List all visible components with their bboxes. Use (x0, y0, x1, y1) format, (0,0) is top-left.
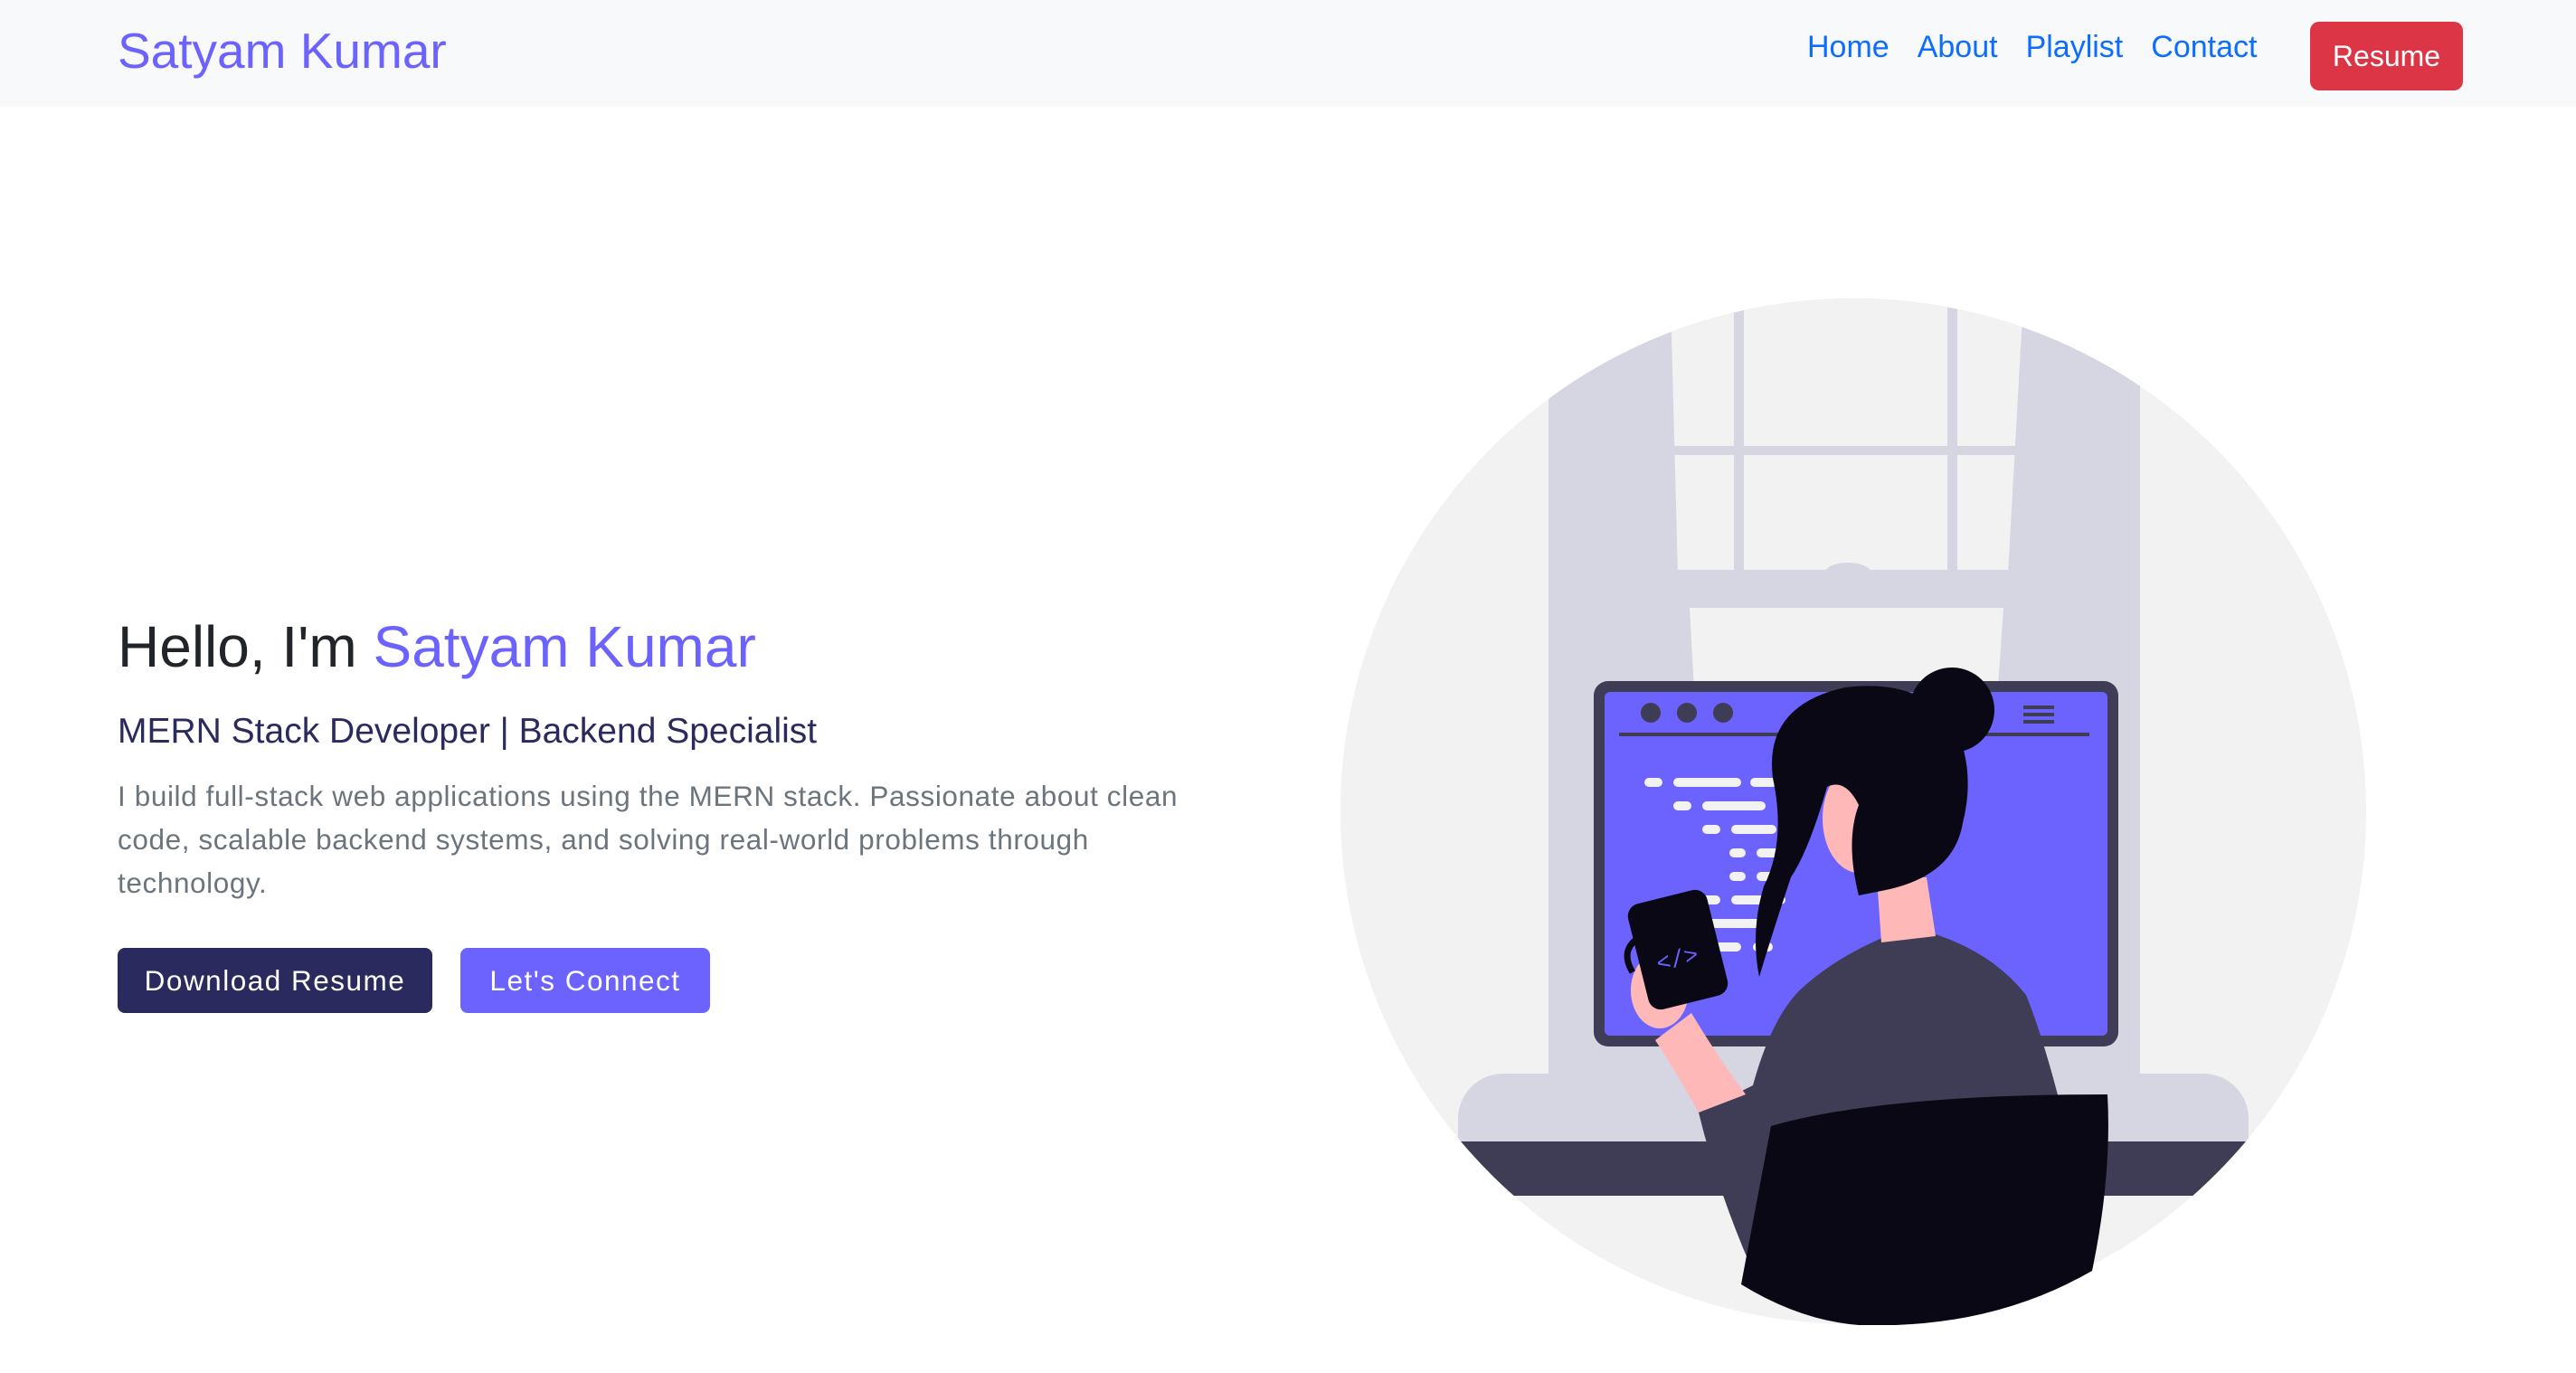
hero-title: Hello, I'm Satyam Kumar (118, 608, 756, 686)
hero-name: Satyam Kumar (373, 614, 756, 679)
nav-link-contact[interactable]: Contact (2151, 30, 2257, 65)
nav-link-about[interactable]: About (1918, 30, 1998, 65)
hero-greeting: Hello, I'm (118, 614, 374, 679)
hero-description: I build full-stack web applications usin… (118, 780, 1179, 899)
window-latch (1824, 563, 1871, 584)
window-frame-v1 (1734, 298, 1744, 574)
menu-icon-line-2 (2023, 713, 2054, 716)
resume-button[interactable]: Resume (2310, 22, 2463, 90)
nav-link-home[interactable]: Home (1807, 30, 1889, 65)
menu-icon-line-1 (2023, 705, 2054, 709)
menu-icon-line-3 (2023, 720, 2054, 724)
hero-subtitle: MERN Stack Developer | Backend Specialis… (118, 712, 818, 751)
window-dot-2 (1677, 703, 1697, 723)
nav-link-playlist[interactable]: Playlist (2026, 30, 2124, 65)
navbar: Satyam Kumar Home About Playlist Contact… (0, 0, 2576, 107)
window-frame-v2 (1947, 298, 1957, 574)
window-frame-h (1673, 446, 2019, 455)
download-resume-button[interactable]: Download Resume (118, 948, 432, 1013)
person-hair-bun (1909, 668, 1994, 753)
lets-connect-button[interactable]: Let's Connect (460, 948, 710, 1013)
window-dot-3 (1713, 703, 1733, 723)
brand-logo[interactable]: Satyam Kumar (118, 16, 447, 85)
window-dot-1 (1641, 703, 1661, 723)
developer-illustration-icon: </> (1340, 298, 2366, 1325)
nav-links: Home About Playlist Contact (1807, 20, 2285, 74)
chair (1741, 1094, 2108, 1325)
window-top (1671, 298, 2023, 574)
